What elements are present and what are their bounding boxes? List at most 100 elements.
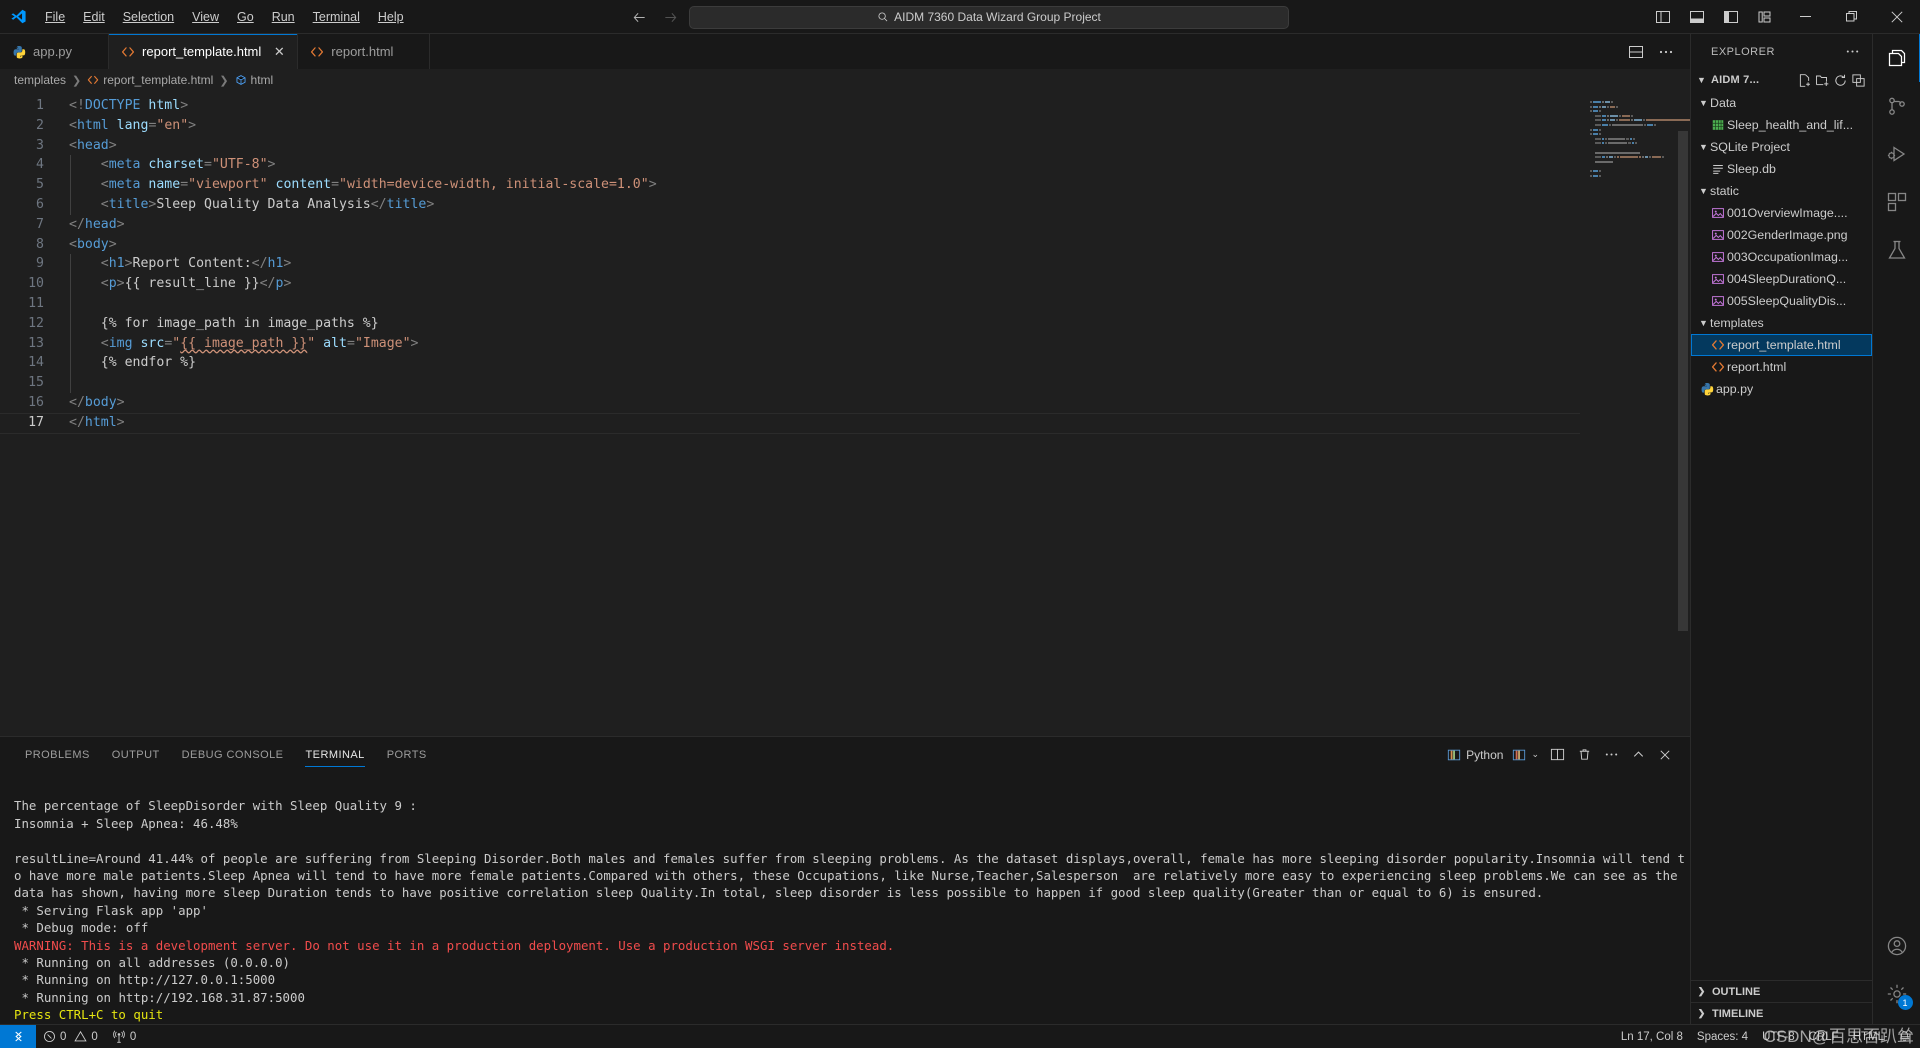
customize-layout-icon[interactable]: [1748, 0, 1782, 34]
panel-tab-output[interactable]: OUTPUT: [101, 737, 171, 772]
tab-report-html[interactable]: report.html ✕: [298, 34, 431, 69]
maximize-panel-icon[interactable]: [1625, 742, 1651, 768]
toggle-secondary-sidebar-icon[interactable]: [1714, 0, 1748, 34]
minimap-token: [1601, 137, 1605, 140]
terminal-shell-selector[interactable]: Python: [1443, 742, 1507, 768]
code-token: <: [69, 276, 109, 292]
tree-folder[interactable]: ▼ SQLite Project: [1691, 136, 1872, 158]
outline-section-header[interactable]: ❯ OUTLINE: [1691, 980, 1872, 1002]
toggle-panel-icon[interactable]: [1680, 0, 1714, 34]
tab-close-icon[interactable]: ✕: [272, 44, 286, 60]
tree-folder[interactable]: ▼ Data: [1691, 92, 1872, 114]
tree-file[interactable]: Sleep_health_and_lif...: [1691, 114, 1872, 136]
tree-file[interactable]: app.py: [1691, 378, 1872, 400]
minimap-token: [1631, 142, 1634, 145]
breadcrumb-item-templates[interactable]: templates: [14, 73, 66, 87]
restore-icon[interactable]: [1828, 0, 1874, 34]
collapse-all-icon[interactable]: [1851, 73, 1866, 88]
panel-tab-terminal[interactable]: TERMINAL: [294, 737, 375, 772]
split-editor-icon[interactable]: [1622, 34, 1650, 69]
new-file-icon[interactable]: [1797, 73, 1812, 88]
tree-file[interactable]: report_template.html: [1691, 334, 1872, 356]
tree-file[interactable]: 002GenderImage.png: [1691, 224, 1872, 246]
menu-run[interactable]: Run: [263, 6, 304, 28]
new-folder-icon[interactable]: [1815, 73, 1830, 88]
more-actions-icon[interactable]: [1652, 34, 1680, 69]
code-line: 17 </html>: [0, 413, 1580, 433]
chevron-down-icon[interactable]: ⌄: [1531, 749, 1539, 760]
error-icon: [43, 1030, 56, 1043]
toggle-primary-sidebar-icon[interactable]: [1646, 0, 1680, 34]
status-language-mode[interactable]: HTML: [1846, 1026, 1891, 1048]
menu-go[interactable]: Go: [228, 6, 263, 28]
more-actions-icon[interactable]: [1841, 44, 1864, 59]
scrollbar-thumb[interactable]: [1678, 131, 1688, 631]
breadcrumb-item-symbol[interactable]: html: [235, 73, 273, 87]
explorer-icon[interactable]: [1873, 34, 1920, 82]
status-encoding[interactable]: UTF-8: [1755, 1026, 1802, 1048]
kill-terminal-icon[interactable]: [1571, 742, 1597, 768]
status-notifications[interactable]: [1891, 1026, 1918, 1048]
tree-file[interactable]: 001OverviewImage....: [1691, 202, 1872, 224]
code-editor[interactable]: 1 <!DOCTYPE html> 2 <html lang="en"> 3 <head>…: [0, 91, 1690, 736]
extensions-icon[interactable]: [1873, 178, 1920, 226]
source-control-icon[interactable]: [1873, 82, 1920, 130]
tree-item-label: Sleep_health_and_lif...: [1727, 118, 1854, 132]
explorer-folder-section-header[interactable]: ▼ AIDM 7...: [1691, 69, 1872, 91]
code-token: >: [283, 256, 292, 272]
panel-tab-problems[interactable]: PROBLEMS: [14, 737, 101, 772]
status-cursor-position[interactable]: Ln 17, Col 8: [1614, 1026, 1690, 1048]
run-and-debug-icon[interactable]: [1873, 130, 1920, 178]
quick-input-search[interactable]: AIDM 7360 Data Wizard Group Project: [689, 5, 1289, 29]
file-tree[interactable]: ▼ Data Sleep_health_and_lif... ▼ SQLite Proj…: [1691, 91, 1872, 980]
settings-gear-icon[interactable]: 1: [1873, 970, 1920, 1018]
minimap[interactable]: [1580, 91, 1690, 736]
tree-file[interactable]: 004SleepDurationQ...: [1691, 268, 1872, 290]
new-terminal-icon[interactable]: ⌄: [1508, 742, 1543, 768]
minimap-token: [1605, 137, 1608, 140]
testing-icon[interactable]: [1873, 226, 1920, 274]
editor-scrollbar[interactable]: [1676, 91, 1690, 736]
tree-folder[interactable]: ▼ static: [1691, 180, 1872, 202]
remote-window-icon[interactable]: [0, 1024, 36, 1048]
tree-file[interactable]: Sleep.db: [1691, 158, 1872, 180]
breadcrumb-item-file[interactable]: report_template.html: [87, 73, 213, 87]
more-actions-icon[interactable]: [1598, 742, 1624, 768]
minimize-icon[interactable]: [1782, 0, 1828, 34]
menu-file[interactable]: File: [36, 6, 74, 28]
status-problems[interactable]: 0 0: [36, 1026, 105, 1048]
menu-view[interactable]: View: [183, 6, 228, 28]
panel-tab-debug-console[interactable]: DEBUG CONSOLE: [171, 737, 295, 772]
chevron-down-icon: ▼: [1699, 186, 1708, 196]
close-icon[interactable]: [1874, 0, 1920, 34]
tree-file[interactable]: 005SleepQualityDis...: [1691, 290, 1872, 312]
menu-terminal[interactable]: Terminal: [304, 6, 369, 28]
tab-app-py[interactable]: app.py ✕: [0, 34, 110, 69]
arrow-left-icon[interactable]: [631, 10, 648, 25]
status-eol[interactable]: CRLF: [1802, 1026, 1846, 1048]
tree-file[interactable]: 003OccupationImag...: [1691, 246, 1872, 268]
panel-tab-ports[interactable]: PORTS: [376, 737, 438, 772]
close-panel-icon[interactable]: [1652, 742, 1678, 768]
terminal-output[interactable]: The percentage of SleepDisorder with Sle…: [0, 772, 1690, 1024]
tree-file[interactable]: report.html: [1691, 356, 1872, 378]
status-indentation[interactable]: Spaces: 4: [1690, 1026, 1755, 1048]
tree-item-label: Data: [1710, 96, 1737, 110]
code-line: 15: [0, 373, 1580, 393]
code-content[interactable]: 1 <!DOCTYPE html> 2 <html lang="en"> 3 <head>…: [0, 91, 1580, 433]
split-terminal-icon[interactable]: [1544, 742, 1570, 768]
minimap-token: [1593, 169, 1598, 172]
line-number: 15: [28, 375, 44, 391]
terminal-line: * Running on all addresses (0.0.0.0): [14, 955, 291, 971]
refresh-icon[interactable]: [1833, 73, 1848, 88]
menu-help[interactable]: Help: [369, 6, 413, 28]
timeline-section-header[interactable]: ❯ TIMELINE: [1691, 1002, 1872, 1024]
accounts-icon[interactable]: [1873, 922, 1920, 970]
tree-folder[interactable]: ▼ templates: [1691, 312, 1872, 334]
terminal-line: resultLine=Around 41.44% of people are s…: [14, 850, 1686, 901]
status-ports[interactable]: 0: [105, 1026, 143, 1048]
menu-edit[interactable]: Edit: [74, 6, 114, 28]
menu-selection[interactable]: Selection: [114, 6, 183, 28]
arrow-right-icon[interactable]: [662, 10, 679, 25]
tab-report-template-html[interactable]: report_template.html ✕: [109, 34, 299, 69]
